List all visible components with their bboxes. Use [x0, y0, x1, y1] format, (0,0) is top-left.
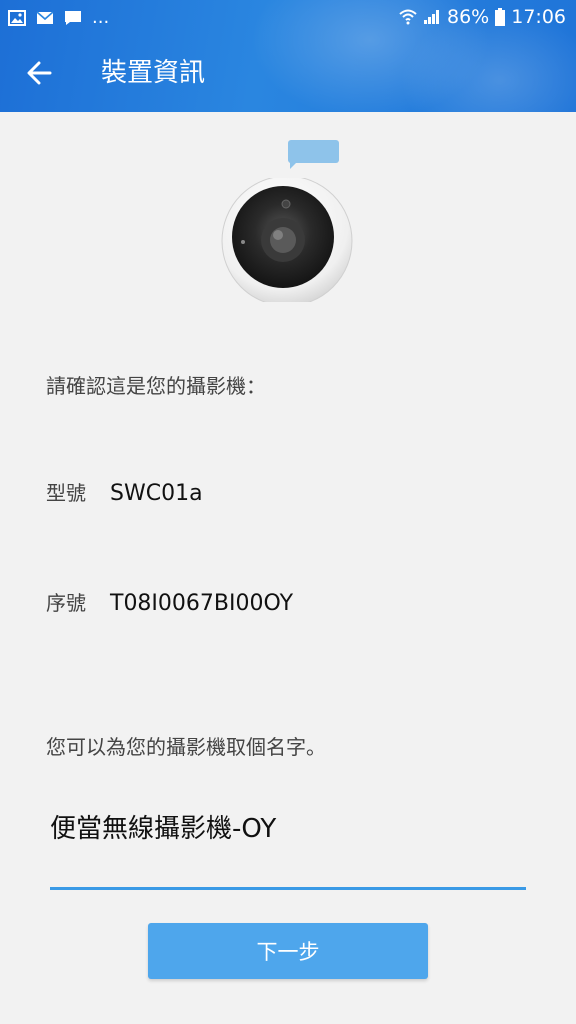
- camera-illustration: [220, 138, 360, 308]
- more-notifications-indicator: ...: [92, 7, 110, 28]
- confirm-prompt: 請確認這是您的攝影機：: [46, 374, 266, 398]
- model-row: 型號 SWC01a: [46, 477, 203, 506]
- back-button[interactable]: [22, 56, 56, 90]
- camera-icon: [221, 178, 353, 302]
- clock: 17:06: [511, 6, 566, 28]
- speech-bubble: [288, 140, 339, 163]
- name-prompt: 您可以為您的攝影機取個名字。: [46, 735, 326, 759]
- next-button[interactable]: 下一步: [148, 923, 428, 979]
- serial-label: 序號: [46, 591, 86, 615]
- serial-value: T08I0067BI00OY: [110, 591, 294, 616]
- notification-icons: ...: [8, 7, 109, 28]
- model-label: 型號: [46, 481, 86, 505]
- page-title: 裝置資訊: [101, 58, 206, 88]
- signal-icon: [424, 10, 439, 24]
- wifi-icon: [399, 9, 417, 25]
- battery-icon: [495, 8, 506, 26]
- system-status: 86% 17:06: [399, 6, 566, 28]
- status-bar: ... 86% 17:06: [0, 0, 576, 36]
- message-icon: [65, 10, 81, 25]
- app-header: ... 86% 17:06 裝置資訊: [0, 0, 576, 112]
- mail-icon: [36, 10, 54, 24]
- model-value: SWC01a: [110, 481, 203, 506]
- serial-row: 序號 T08I0067BI00OY: [46, 587, 293, 616]
- camera-name-input[interactable]: [50, 806, 526, 890]
- image-icon: [8, 9, 26, 26]
- arrow-left-icon: [27, 61, 52, 85]
- battery-percent: 86%: [447, 6, 490, 28]
